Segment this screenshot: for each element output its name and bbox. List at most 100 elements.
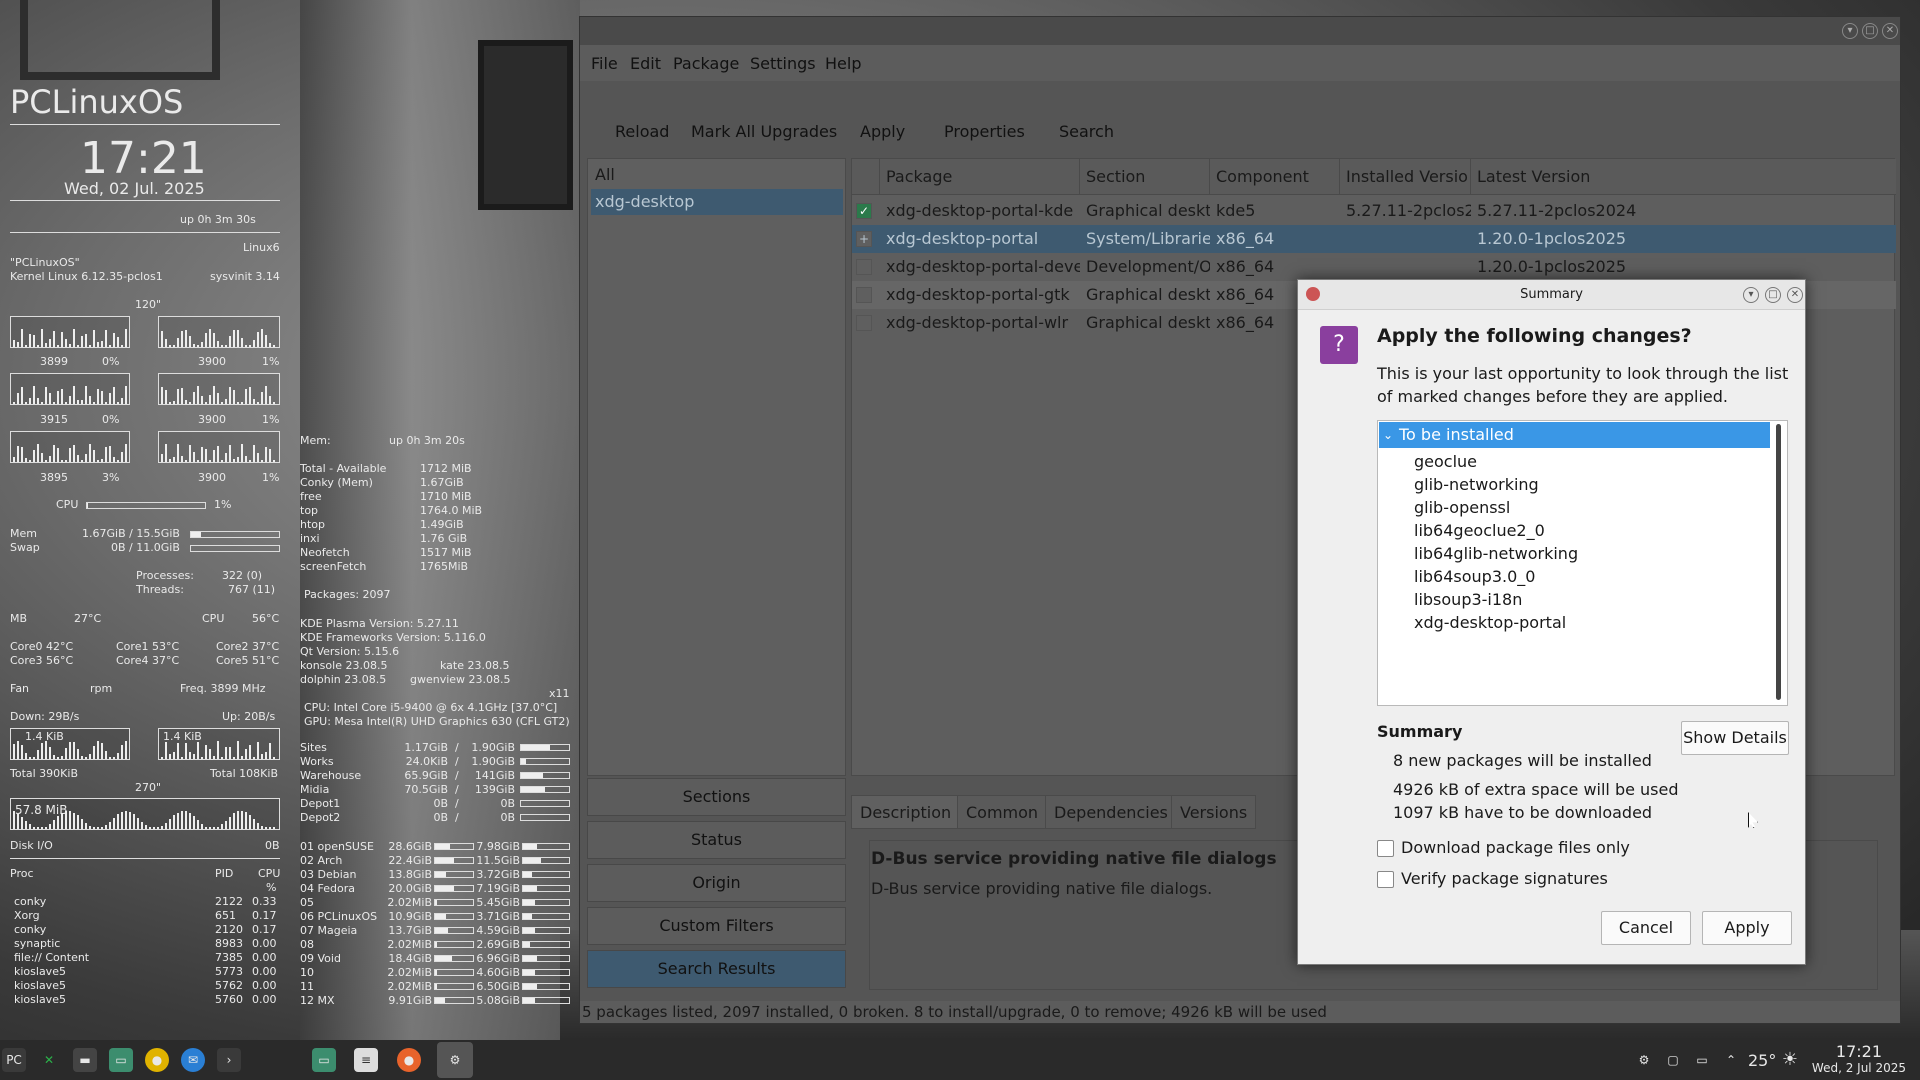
question-icon: ? xyxy=(1320,326,1358,364)
filter-item-all[interactable]: All xyxy=(591,162,843,188)
xbox-icon[interactable]: ✕ xyxy=(37,1048,61,1072)
synaptic-task-icon[interactable]: ⚙ xyxy=(437,1042,473,1078)
origin-button[interactable]: Origin xyxy=(587,864,846,902)
mark-all-upgrades-button[interactable]: Mark All Upgrades xyxy=(691,122,837,141)
tab-common[interactable]: Common xyxy=(957,795,1048,829)
process-cell: 0.00 xyxy=(252,965,277,978)
maximize-icon[interactable]: □ xyxy=(1765,287,1781,303)
marked-install-icon[interactable]: + xyxy=(856,231,872,247)
process-cell: 2122 xyxy=(215,895,243,908)
installed-checkbox-icon[interactable]: ✓ xyxy=(856,203,872,219)
tab-dependencies[interactable]: Dependencies xyxy=(1045,795,1177,829)
package-section: System/Librarie: xyxy=(1086,229,1210,248)
pclinuxos-menu-icon[interactable]: PC xyxy=(2,1048,26,1072)
tree-item[interactable]: lib64geoclue2_0 xyxy=(1414,520,1545,542)
tree-item[interactable]: geoclue xyxy=(1414,451,1477,473)
tree-item[interactable]: lib64soup3.0_0 xyxy=(1414,566,1535,588)
disk-cell: 1.90GiB xyxy=(471,755,515,768)
download-only-checkbox[interactable] xyxy=(1377,840,1394,857)
close-icon[interactable]: ✕ xyxy=(1787,287,1803,303)
scrollbar[interactable] xyxy=(1776,424,1781,700)
column-status[interactable] xyxy=(852,159,880,195)
properties-button[interactable]: Properties xyxy=(944,122,1025,141)
process-cell: 7385 xyxy=(215,951,243,964)
partition-free: 7.19GiB xyxy=(476,882,520,895)
tree-item[interactable]: libsoup3-i18n xyxy=(1414,589,1522,611)
process-cell: conky xyxy=(14,923,47,936)
taskbar-text-editor-icon[interactable]: ≡ xyxy=(354,1048,378,1072)
package-row[interactable]: + xdg-desktop-portal System/Librarie: x86_6… xyxy=(852,225,1896,253)
tab-description[interactable]: Description xyxy=(851,795,961,829)
column-installed-version[interactable]: Installed Versio xyxy=(1340,159,1471,195)
tree-item[interactable]: glib-networking xyxy=(1414,474,1539,496)
console-icon[interactable]: › xyxy=(217,1048,241,1072)
tree-item[interactable]: glib-openssl xyxy=(1414,497,1510,519)
disk-cell: 0B xyxy=(433,811,448,824)
firefox-icon[interactable]: ● xyxy=(397,1048,421,1072)
process-cell: 0.33 xyxy=(252,895,277,908)
custom-filters-button[interactable]: Custom Filters xyxy=(587,907,846,945)
chrome-icon[interactable]: ● xyxy=(145,1048,169,1072)
column-component[interactable]: Component xyxy=(1210,159,1340,195)
minimize-icon[interactable]: ▾ xyxy=(1743,287,1759,303)
chevron-up-icon[interactable]: ⌃ xyxy=(1719,1048,1743,1072)
title-bar[interactable]: ▾ □ ✕ xyxy=(580,17,1900,45)
package-name: xdg-desktop-portal-wlr xyxy=(886,313,1069,332)
sections-button[interactable]: Sections xyxy=(587,778,846,816)
process-cell: kioslave5 xyxy=(14,993,66,1006)
menu-package[interactable]: Package xyxy=(673,54,739,73)
process-cell: kioslave5 xyxy=(14,965,66,978)
maximize-icon[interactable]: □ xyxy=(1862,23,1878,39)
apply-button[interactable]: Apply xyxy=(1702,911,1792,945)
tree-group-to-be-installed[interactable]: ⌄ To be installed xyxy=(1379,422,1770,448)
settings-tray-icon[interactable]: ⚙ xyxy=(1632,1048,1656,1072)
terminal-icon[interactable]: ▬ xyxy=(73,1048,97,1072)
partition-free: 5.45GiB xyxy=(476,896,520,909)
file-manager-icon[interactable]: ▭ xyxy=(109,1048,133,1072)
tab-versions[interactable]: Versions xyxy=(1171,795,1257,829)
search-results-button[interactable]: Search Results xyxy=(587,950,846,988)
weather-temp[interactable]: 25° xyxy=(1748,1051,1776,1070)
apply-button[interactable]: Apply xyxy=(860,122,905,141)
taskbar-clock[interactable]: 17:21 Wed, 2 Jul 2025 xyxy=(1812,1043,1906,1077)
cancel-button[interactable]: Cancel xyxy=(1601,911,1691,945)
chevron-down-icon[interactable]: ⌄ xyxy=(1383,422,1393,448)
column-section[interactable]: Section xyxy=(1080,159,1210,195)
verify-signatures-checkbox[interactable] xyxy=(1377,871,1394,888)
menu-file[interactable]: File xyxy=(591,54,618,73)
package-row[interactable]: ✓ xdg-desktop-portal-kde Graphical deskto k… xyxy=(852,197,1896,225)
disk-usage-bar xyxy=(520,758,570,765)
filter-list: All xdg-desktop xyxy=(587,158,846,776)
close-icon[interactable]: ✕ xyxy=(1882,23,1898,39)
menu-settings[interactable]: Settings xyxy=(750,54,816,73)
thunderbird-icon[interactable]: ✉ xyxy=(181,1048,205,1072)
show-details-button[interactable]: Show Details xyxy=(1681,721,1789,755)
package-checkbox[interactable] xyxy=(856,287,872,303)
package-checkbox[interactable] xyxy=(856,315,872,331)
menu-edit[interactable]: Edit xyxy=(630,54,661,73)
disk-cell: Depot1 xyxy=(300,797,341,810)
memory-cell: 1712 MiB xyxy=(420,462,472,475)
package-row[interactable]: xdg-desktop-portal-devel Development/Ot x8… xyxy=(852,253,1896,281)
tree-item[interactable]: xdg-desktop-portal xyxy=(1414,612,1566,634)
tree-item[interactable]: lib64glib-networking xyxy=(1414,543,1578,565)
dialog-title-bar[interactable]: Summary ▾ □ ✕ xyxy=(1298,280,1805,310)
download-only-label: Download package files only xyxy=(1401,838,1630,857)
minimize-icon[interactable]: ▾ xyxy=(1842,23,1858,39)
partition-free-bar xyxy=(522,913,570,920)
menu-help[interactable]: Help xyxy=(825,54,861,73)
column-package[interactable]: Package xyxy=(880,159,1080,195)
memory-cell: top xyxy=(300,504,319,517)
reload-button[interactable]: Reload xyxy=(615,122,669,141)
display-tray-icon[interactable]: ▭ xyxy=(1690,1048,1714,1072)
package-checkbox[interactable] xyxy=(856,259,872,275)
process-cell: 651 xyxy=(215,909,236,922)
disk-io-graph: 57.8 MiB xyxy=(10,798,280,830)
dialog-message: This is your last opportunity to look th… xyxy=(1377,364,1789,406)
filter-item-xdg-desktop[interactable]: xdg-desktop xyxy=(591,189,843,215)
taskbar-files-icon[interactable]: ▭ xyxy=(312,1048,336,1072)
column-latest-version[interactable]: Latest Version xyxy=(1471,159,1896,195)
clipboard-tray-icon[interactable]: ▢ xyxy=(1661,1048,1685,1072)
status-button[interactable]: Status xyxy=(587,821,846,859)
search-button[interactable]: Search xyxy=(1059,122,1114,141)
